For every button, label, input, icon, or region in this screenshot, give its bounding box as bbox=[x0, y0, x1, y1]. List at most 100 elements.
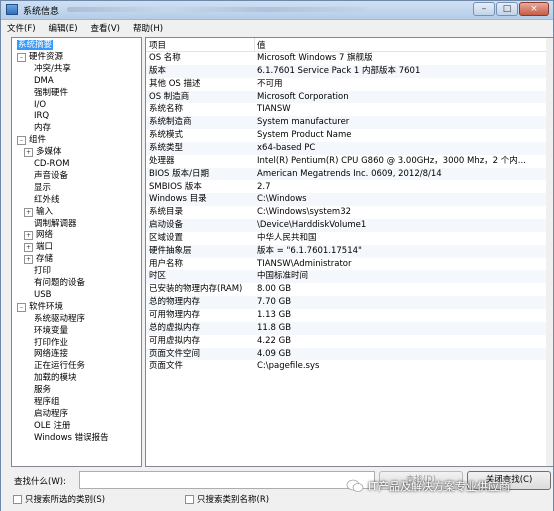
table-row[interactable]: 处理器 Intel(R) Pentium(R) CPU G860 @ 3.00GH… bbox=[146, 155, 546, 168]
tree-item[interactable]: 显示 bbox=[34, 182, 51, 194]
tree-item[interactable]: 冲突/共享 bbox=[34, 63, 71, 75]
table-row[interactable]: 系统模式 System Product Name bbox=[146, 129, 546, 142]
search-category-names-checkbox[interactable]: 只搜索类别名称(R) bbox=[185, 493, 269, 505]
column-header-item[interactable]: 项目 bbox=[149, 39, 166, 51]
expand-icon[interactable]: + bbox=[24, 207, 33, 217]
maximize-button[interactable]: □ bbox=[496, 2, 518, 16]
table-row[interactable]: 页面文件空间 4.09 GB bbox=[146, 347, 546, 361]
row-item: BIOS 版本/日期 bbox=[149, 168, 209, 179]
table-row[interactable]: 版本 6.1.7601 Service Pack 1 内部版本 7601 bbox=[146, 64, 546, 78]
tree-item[interactable]: – 硬件资源 bbox=[17, 51, 63, 63]
collapse-icon[interactable]: – bbox=[17, 136, 26, 146]
tree-item[interactable]: I/O bbox=[34, 99, 46, 111]
tree-item[interactable]: 调制解调器 bbox=[34, 218, 77, 230]
tree-item[interactable]: 强制硬件 bbox=[34, 87, 68, 99]
tree-item-label: 输入 bbox=[36, 206, 54, 217]
table-row[interactable]: 已安装的物理内存(RAM) 8.00 GB bbox=[146, 283, 546, 296]
table-row[interactable]: 总的物理内存 7.70 GB bbox=[146, 296, 546, 309]
table-row[interactable]: BIOS 版本/日期 American Megatrends Inc. 0609,… bbox=[146, 167, 546, 181]
tree-item[interactable]: OLE 注册 bbox=[34, 420, 71, 432]
tree-item[interactable]: 红外线 bbox=[34, 194, 60, 206]
vertical-scrollbar[interactable] bbox=[546, 38, 553, 466]
minimize-button[interactable]: – bbox=[473, 2, 495, 16]
table-row[interactable]: 区域设置 中华人民共和国 bbox=[146, 232, 546, 245]
tree-item[interactable]: + 输入 bbox=[24, 206, 53, 218]
tree-item[interactable]: 打印作业 bbox=[34, 337, 68, 349]
checkbox-box[interactable] bbox=[13, 494, 22, 504]
tree-item-label: 网络连接 bbox=[34, 349, 69, 360]
tree-item[interactable]: 程序组 bbox=[34, 396, 60, 408]
tree-item-label: 加载的模块 bbox=[34, 373, 77, 384]
tree-item[interactable]: 加载的模块 bbox=[34, 372, 77, 384]
table-row[interactable]: 系统制造商 System manufacturer bbox=[146, 116, 546, 130]
table-row[interactable]: 硬件抽象层 版本 = "6.1.7601.17514" bbox=[146, 244, 546, 258]
tree-item[interactable]: + 多媒体 bbox=[24, 146, 62, 158]
tree-item-label: Windows 错误报告 bbox=[34, 432, 109, 443]
tree-item[interactable]: + 端口 bbox=[24, 241, 53, 253]
tree-item[interactable]: CD-ROM bbox=[34, 158, 69, 170]
menu-help[interactable]: 帮助(H) bbox=[127, 22, 170, 34]
tree-item-label: 多媒体 bbox=[36, 147, 62, 158]
table-row[interactable]: 可用虚拟内存 4.22 GB bbox=[146, 335, 546, 348]
table-row[interactable]: OS 制造商 Microsoft Corporation bbox=[146, 90, 546, 104]
collapse-icon[interactable]: – bbox=[17, 52, 26, 62]
tree-item[interactable]: + 网络 bbox=[24, 229, 53, 241]
table-row[interactable]: 启动设备 \Device\HarddiskVolume1 bbox=[146, 219, 546, 232]
tree-item[interactable]: DMA bbox=[34, 75, 54, 87]
row-item: 版本 bbox=[149, 65, 167, 76]
table-row[interactable]: 总的虚拟内存 11.8 GB bbox=[146, 321, 546, 335]
column-separator[interactable] bbox=[254, 38, 255, 51]
tree-item[interactable]: 打印 bbox=[34, 265, 51, 277]
menu-view[interactable]: 查看(V) bbox=[85, 22, 127, 34]
table-row[interactable]: 页面文件 C:\pagefile.sys bbox=[146, 360, 546, 373]
table-row[interactable]: 系统类型 x64-based PC bbox=[146, 141, 546, 155]
close-button[interactable]: × bbox=[519, 2, 549, 16]
column-header-value[interactable]: 值 bbox=[257, 39, 266, 51]
row-value: C:\Windows\system32 bbox=[257, 207, 352, 218]
tree-item[interactable]: 系统摘要 bbox=[17, 39, 54, 51]
tree-item[interactable]: – 组件 bbox=[17, 134, 46, 146]
row-item: 页面文件 bbox=[149, 361, 184, 372]
table-row[interactable]: 用户名称 TIANSW\Administrator bbox=[146, 258, 546, 271]
tree-item[interactable]: Windows 错误报告 bbox=[34, 432, 109, 444]
menu-edit[interactable]: 编辑(E) bbox=[43, 22, 85, 34]
expand-icon[interactable]: + bbox=[24, 255, 33, 265]
tree-item[interactable]: 正在运行任务 bbox=[34, 360, 85, 372]
row-value: 4.22 GB bbox=[257, 335, 292, 346]
tree-item[interactable]: 系统驱动程序 bbox=[34, 313, 85, 325]
tree-item[interactable]: 环境变量 bbox=[34, 325, 68, 337]
tree-item[interactable]: 有问题的设备 bbox=[34, 277, 85, 289]
expand-icon[interactable]: + bbox=[24, 243, 33, 253]
table-row[interactable]: OS 名称 Microsoft Windows 7 旗舰版 bbox=[146, 52, 546, 65]
table-row[interactable]: 系统目录 C:\Windows\system32 bbox=[146, 206, 546, 219]
tree-item[interactable]: 声音设备 bbox=[34, 170, 68, 182]
menu-file[interactable]: 文件(F) bbox=[1, 22, 43, 34]
search-selected-category-checkbox[interactable]: 只搜索所选的类别(S) bbox=[13, 493, 105, 505]
tree-item[interactable]: – 软件环境 bbox=[17, 301, 63, 313]
table-row[interactable]: 其他 OS 描述 不可用 bbox=[146, 78, 546, 91]
table-row[interactable]: SMBIOS 版本 2.7 bbox=[146, 181, 546, 194]
tree-item[interactable]: 网络连接 bbox=[34, 348, 68, 360]
tree-item[interactable]: IRQ bbox=[34, 110, 49, 122]
tree-item-label: 正在运行任务 bbox=[34, 361, 86, 372]
expand-icon[interactable]: + bbox=[24, 231, 33, 241]
expand-icon[interactable]: + bbox=[24, 148, 33, 158]
row-item: 系统制造商 bbox=[149, 117, 192, 128]
table-row[interactable]: 系统名称 TIANSW bbox=[146, 103, 546, 116]
table-row[interactable]: 时区 中国标准时间 bbox=[146, 270, 546, 284]
tree-item[interactable]: + 存储 bbox=[24, 253, 53, 265]
find-input[interactable] bbox=[79, 471, 375, 489]
row-value: x64-based PC bbox=[257, 142, 316, 153]
row-item: 启动设备 bbox=[149, 220, 184, 231]
table-row[interactable]: 可用物理内存 1.13 GB bbox=[146, 309, 546, 322]
category-tree[interactable]: 系统摘要 – 硬件资源 冲突/共享 DMA 强制硬件 I/O IRQ 内存 – 组件 + 多媒体 CD-R… bbox=[11, 37, 142, 467]
title-bar[interactable]: 系统信息 – □ × bbox=[1, 1, 553, 20]
collapse-icon[interactable]: – bbox=[17, 302, 26, 312]
tree-item[interactable]: 服务 bbox=[34, 384, 51, 396]
system-information-window: 系统信息 – □ × 文件(F) 编辑(E) 查看(V) 帮助(H) 系统摘要 –… bbox=[0, 0, 554, 511]
tree-item[interactable]: 内存 bbox=[34, 122, 51, 134]
table-row[interactable]: Windows 目录 C:\Windows bbox=[146, 193, 546, 207]
checkbox-box[interactable] bbox=[185, 494, 194, 504]
tree-item[interactable]: USB bbox=[34, 289, 51, 301]
tree-item[interactable]: 启动程序 bbox=[34, 408, 68, 420]
